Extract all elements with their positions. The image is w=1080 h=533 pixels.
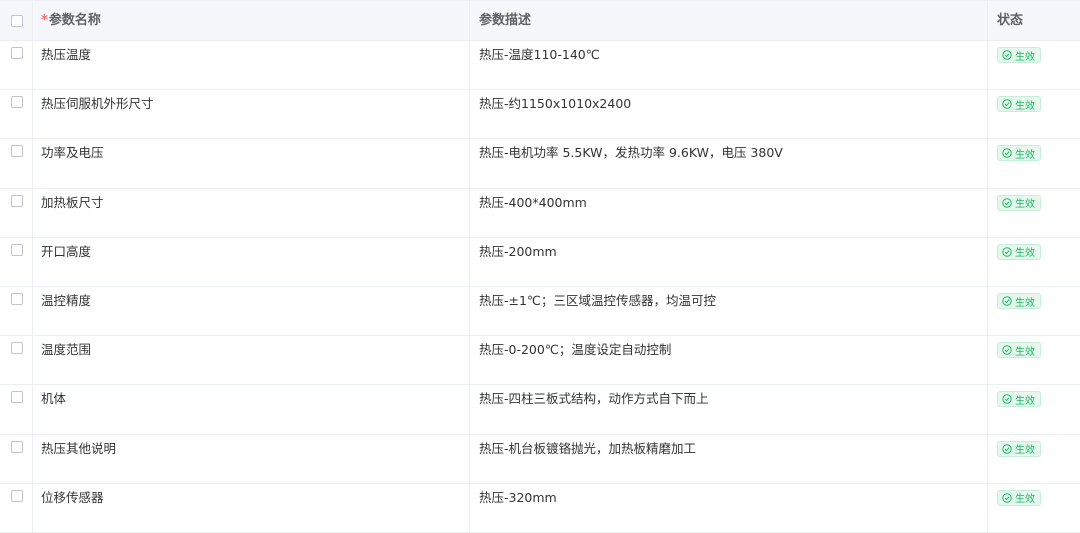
status-badge: 生效	[997, 243, 1041, 260]
status-badge: 生效	[997, 489, 1041, 506]
param-name: 位移传感器	[33, 483, 470, 532]
param-desc: 热压-四柱三板式结构，动作方式自下而上	[470, 385, 988, 434]
check-circle-icon	[1002, 443, 1012, 454]
header-status-label: 状态	[997, 13, 1024, 28]
status-label: 生效	[1015, 445, 1035, 457]
header-desc: 参数描述	[470, 1, 988, 40]
status-label: 生效	[1015, 199, 1035, 211]
row-checkbox[interactable]	[11, 440, 23, 453]
check-circle-icon	[1002, 345, 1012, 355]
status-label: 生效	[1015, 395, 1035, 407]
param-name: 温控精度	[33, 287, 470, 336]
row-checkbox[interactable]	[11, 243, 23, 256]
status-badge: 生效	[997, 391, 1041, 408]
table-row: 加热板尺寸 热压-400*400mm 生效	[0, 188, 1080, 238]
table-row: 开口高度 热压-200mm 生效	[0, 237, 1080, 287]
status-badge: 生效	[997, 47, 1041, 63]
param-desc: 热压-温度110-140℃	[470, 41, 988, 90]
row-checkbox[interactable]	[11, 293, 23, 305]
check-circle-icon	[1002, 296, 1012, 306]
table-row: 位移传感器 热压-320mm 生效	[0, 483, 1080, 533]
check-circle-icon	[1002, 394, 1012, 405]
param-desc: 热压-0-200℃；温度设定自动控制	[470, 336, 988, 385]
status-label: 生效	[1015, 297, 1035, 309]
row-checkbox[interactable]	[11, 194, 23, 207]
row-checkbox[interactable]	[11, 96, 23, 109]
check-circle-icon	[1002, 148, 1012, 159]
param-desc: 热压-320mm	[470, 483, 988, 532]
status-badge: 生效	[997, 145, 1041, 162]
table-row: 温度范围 热压-0-200℃；温度设定自动控制 生效	[0, 336, 1080, 386]
param-name: 热压其他说明	[33, 434, 470, 483]
status-badge: 生效	[997, 342, 1041, 359]
table-row: 功率及电压 热压-电机功率 5.5KW，发热功率 9.6KW，电压 380V 生…	[0, 139, 1080, 189]
check-circle-icon	[1002, 247, 1012, 257]
select-all-checkbox[interactable]	[11, 15, 23, 27]
param-name: 功率及电压	[33, 139, 470, 188]
param-desc: 热压-400*400mm	[470, 188, 988, 237]
status-label: 生效	[1015, 346, 1035, 358]
status-badge: 生效	[997, 194, 1041, 211]
table-row: 热压伺服机外形尺寸 热压-约1150x1010x2400 生效	[0, 90, 1080, 140]
row-checkbox[interactable]	[11, 391, 23, 404]
param-name: 热压伺服机外形尺寸	[33, 90, 470, 139]
status-badge: 生效	[997, 440, 1041, 457]
status-label: 生效	[1015, 248, 1035, 260]
param-name: 温度范围	[33, 336, 470, 385]
status-badge: 生效	[997, 96, 1041, 113]
header-desc-label: 参数描述	[479, 13, 532, 28]
check-circle-icon	[1002, 197, 1012, 208]
param-name: 开口高度	[33, 237, 470, 286]
table-row: 机体 热压-四柱三板式结构，动作方式自下而上 生效	[0, 385, 1080, 435]
table-row: 热压其他说明 热压-机台板镀铬抛光，加热板精磨加工 生效	[0, 434, 1080, 484]
row-checkbox[interactable]	[11, 342, 23, 355]
header-checkbox-cell	[0, 1, 33, 40]
header-name: *参数名称	[33, 1, 470, 40]
status-badge: 生效	[997, 293, 1041, 309]
status-label: 生效	[1015, 149, 1035, 161]
table-row: 温控精度 热压-±1℃；三区域温控传感器，均温可控 生效	[0, 287, 1080, 337]
status-label: 生效	[1015, 51, 1035, 63]
param-name: 加热板尺寸	[33, 188, 470, 237]
header-status: 状态	[988, 1, 1080, 40]
row-checkbox[interactable]	[11, 489, 23, 502]
param-desc: 热压-约1150x1010x2400	[470, 90, 988, 139]
param-desc: 热压-电机功率 5.5KW，发热功率 9.6KW，电压 380V	[470, 139, 988, 188]
check-circle-icon	[1002, 50, 1012, 60]
param-name: 机体	[33, 385, 470, 434]
param-desc: 热压-±1℃；三区域温控传感器，均温可控	[470, 287, 988, 336]
param-desc: 热压-200mm	[470, 237, 988, 286]
param-name: 热压温度	[33, 41, 470, 90]
param-desc: 热压-机台板镀铬抛光，加热板精磨加工	[470, 434, 988, 483]
check-circle-icon	[1002, 493, 1012, 503]
check-circle-icon	[1002, 99, 1012, 109]
table-row: 热压温度 热压-温度110-140℃ 生效	[0, 41, 1080, 91]
parameter-table: *参数名称 参数描述 状态 热压温度 热压-温度110-140℃ 生效 热压伺服…	[0, 0, 1080, 533]
header-name-label: 参数名称	[48, 13, 101, 28]
required-mark: *	[41, 13, 48, 28]
table-header: *参数名称 参数描述 状态	[0, 1, 1080, 41]
row-checkbox[interactable]	[11, 47, 23, 59]
status-label: 生效	[1015, 100, 1035, 112]
status-label: 生效	[1015, 494, 1035, 506]
row-checkbox[interactable]	[11, 145, 23, 158]
